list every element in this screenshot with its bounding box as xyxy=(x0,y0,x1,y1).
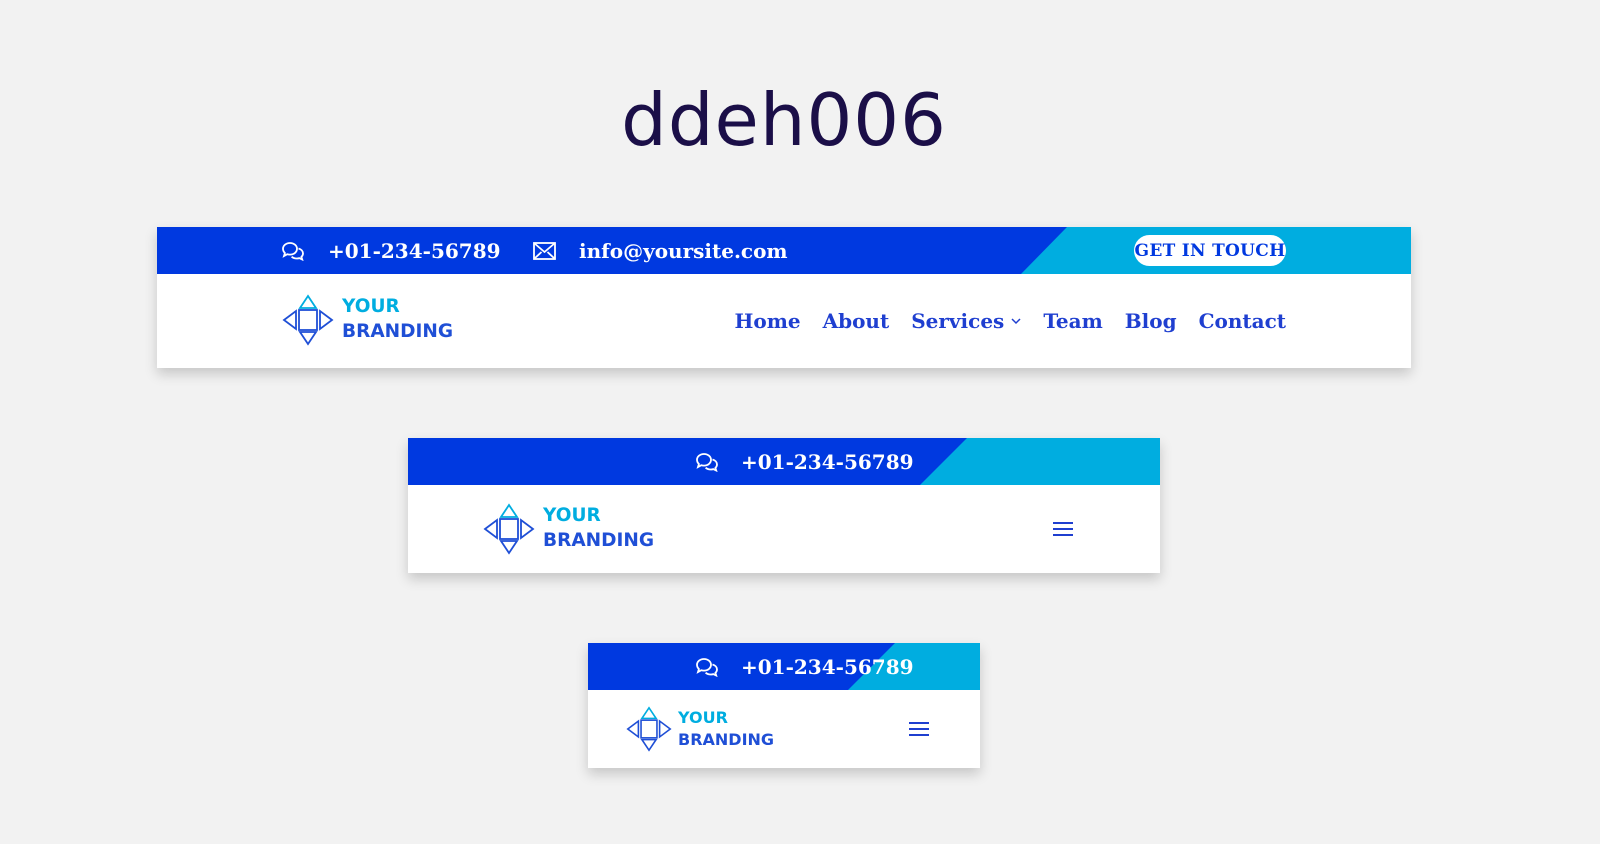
main-nav: Home About Services Team Blog Contact xyxy=(712,274,1286,368)
desktop-top-bar: +01-234-56789 info@yoursite.com GET IN T… xyxy=(157,227,1411,274)
desktop-header: +01-234-56789 info@yoursite.com GET IN T… xyxy=(157,227,1411,368)
envelope-icon xyxy=(533,227,556,274)
nav-services-label: Services xyxy=(911,309,1005,333)
logo-text: YOUR BRANDING xyxy=(543,504,654,554)
brand-logo[interactable]: YOUR BRANDING xyxy=(626,706,774,752)
mobile-header: +01-234-56789 YOUR BRANDING xyxy=(588,643,980,768)
logo-line-1: YOUR xyxy=(543,505,601,527)
hamburger-icon[interactable] xyxy=(1053,521,1073,541)
logo-line-2: BRANDING xyxy=(678,730,775,749)
nav-about[interactable]: About xyxy=(823,309,890,333)
logo-text: YOUR BRANDING xyxy=(342,295,453,345)
chat-bubbles-icon xyxy=(695,438,719,485)
logo-line-1: YOUR xyxy=(342,296,400,318)
logo-line-1: YOUR xyxy=(678,708,728,728)
brand-logo[interactable]: YOUR BRANDING xyxy=(483,503,654,555)
mobile-top-bar: +01-234-56789 xyxy=(588,643,980,690)
chevron-down-icon xyxy=(1011,317,1021,325)
nav-contact[interactable]: Contact xyxy=(1199,309,1286,333)
nav-team[interactable]: Team xyxy=(1043,309,1102,333)
diamond-logo-icon xyxy=(626,706,672,752)
diamond-logo-icon xyxy=(483,503,535,555)
logo-line-2: BRANDING xyxy=(342,321,454,342)
email-address[interactable]: info@yoursite.com xyxy=(579,227,788,274)
chat-bubbles-icon xyxy=(695,643,719,690)
diamond-logo-icon xyxy=(282,294,334,346)
logo-line-2: BRANDING xyxy=(543,530,655,551)
chat-bubbles-icon xyxy=(281,227,305,274)
get-in-touch-button[interactable]: GET IN TOUCH xyxy=(1134,235,1286,266)
tablet-header: +01-234-56789 YOUR BRANDING xyxy=(408,438,1160,573)
nav-blog[interactable]: Blog xyxy=(1125,309,1177,333)
top-bar-accent xyxy=(920,438,1160,485)
phone-number[interactable]: +01-234-56789 xyxy=(741,643,914,690)
logo-text: YOUR BRANDING xyxy=(678,707,774,750)
brand-logo[interactable]: YOUR BRANDING xyxy=(282,294,453,346)
page-title: ddeh006 xyxy=(621,78,947,162)
hamburger-icon[interactable] xyxy=(909,721,929,741)
tablet-top-bar: +01-234-56789 xyxy=(408,438,1160,485)
nav-services[interactable]: Services xyxy=(911,309,1021,333)
phone-number[interactable]: +01-234-56789 xyxy=(328,227,501,274)
phone-number[interactable]: +01-234-56789 xyxy=(741,438,914,485)
nav-home[interactable]: Home xyxy=(734,309,800,333)
